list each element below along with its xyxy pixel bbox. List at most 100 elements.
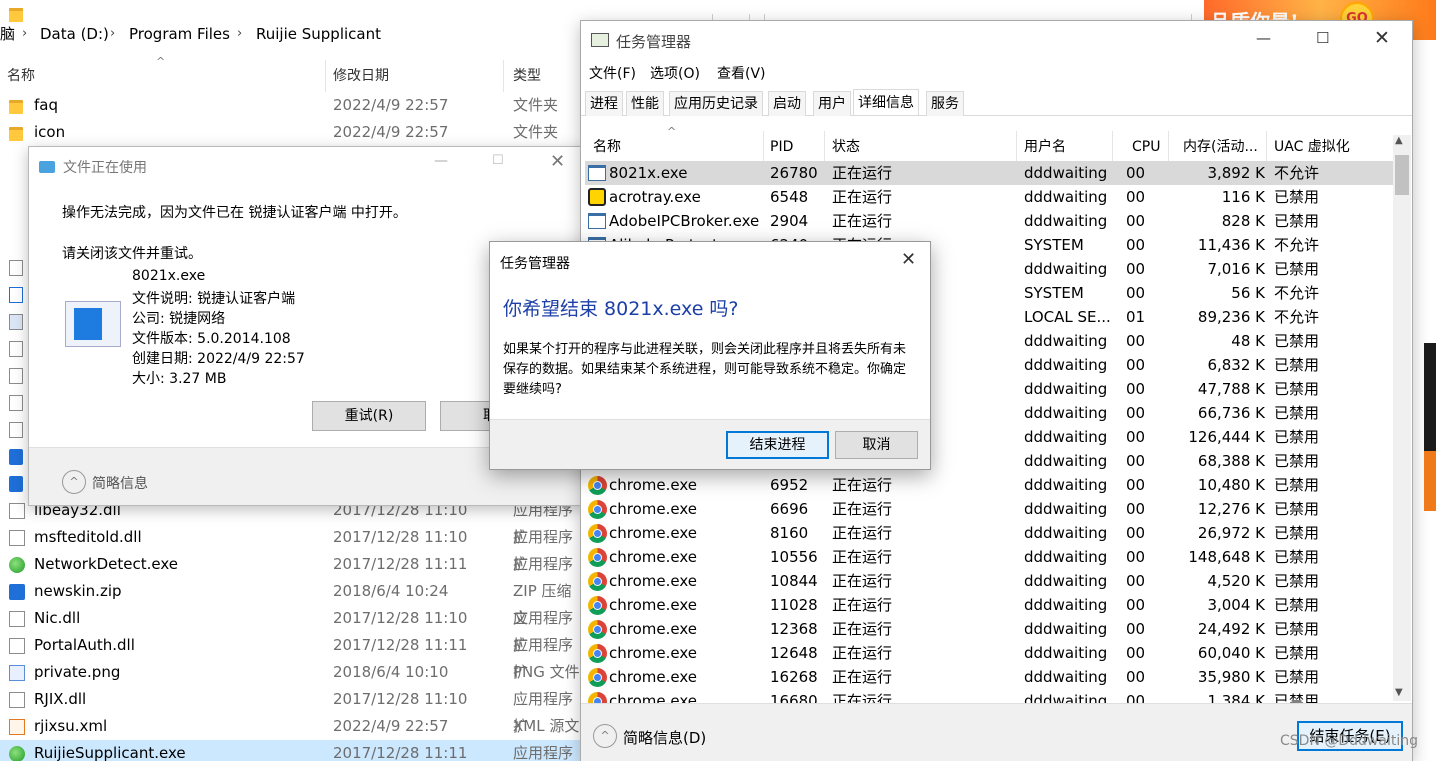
maximize-button[interactable]: ☐ [1316, 29, 1329, 47]
tab-app-history[interactable]: 应用历史记录 [669, 91, 763, 116]
chevron-up-icon[interactable]: ^ [62, 470, 86, 494]
breadcrumb-item-computer[interactable]: 脑 [0, 20, 15, 48]
file-name: Nic.dll [34, 609, 81, 627]
tab-services[interactable]: 服务 [926, 91, 964, 116]
column-divider[interactable] [763, 131, 764, 161]
process-row[interactable]: chrome.exe 8160 正在运行 dddwaiting 00 26,972 K 已禁… [585, 521, 1393, 545]
column-header-cpu[interactable]: CPU [1132, 133, 1160, 161]
retry-button[interactable]: 重试(R) [312, 401, 426, 431]
sort-up-icon: ^ [667, 125, 677, 138]
tab-users[interactable]: 用户 [813, 91, 851, 116]
process-status: 正在运行 [832, 500, 893, 518]
process-row[interactable]: chrome.exe 6952 正在运行 dddwaiting 00 10,480 K 已禁… [585, 473, 1393, 497]
fewer-details-link[interactable]: 简略信息(D) [623, 727, 706, 748]
process-name: 8021x.exe [609, 164, 688, 182]
scrollbar-thumb[interactable] [1395, 155, 1409, 195]
file-row[interactable]: icon 2022/4/9 22:57 文件夹 [0, 119, 580, 146]
process-row[interactable]: acrotray.exe 6548 正在运行 dddwaiting 00 116 K 已禁用 [585, 185, 1393, 209]
menu-options[interactable]: 选项(O) [650, 63, 700, 83]
process-status: 正在运行 [832, 524, 893, 542]
file-row[interactable]: rjixsu.xml 2022/4/9 22:57 XML 源文 [0, 713, 580, 740]
menu-view[interactable]: 查看(V) [717, 63, 766, 83]
process-user: dddwaiting [1024, 260, 1108, 278]
column-header-user[interactable]: 用户名 [1024, 133, 1066, 161]
column-header-status[interactable]: 状态 [832, 133, 860, 161]
minimize-button[interactable]: — [434, 153, 448, 169]
process-mem: 56 K [1231, 284, 1265, 302]
column-header-pid[interactable]: PID [770, 133, 793, 161]
process-row[interactable]: chrome.exe 10556 正在运行 dddwaiting 00 148,648 K… [585, 545, 1393, 569]
column-header-date[interactable]: 修改日期 [333, 64, 389, 88]
file-row[interactable]: newskin.zip 2018/6/4 10:24 ZIP 压缩文 [0, 578, 580, 627]
close-button[interactable]: ✕ [550, 151, 565, 172]
column-divider[interactable] [503, 60, 504, 92]
column-divider[interactable] [325, 60, 326, 92]
maximize-button[interactable]: ☐ [492, 153, 504, 168]
tab-startup[interactable]: 启动 [768, 91, 806, 116]
breadcrumb-item-program-files[interactable]: Program Files [129, 20, 230, 48]
column-header-name[interactable]: 名称 [7, 64, 35, 88]
process-row[interactable]: 8021x.exe 26780 正在运行 dddwaiting 00 3,892 K 不允许 [585, 161, 1393, 185]
menu-file[interactable]: 文件(F) [589, 63, 636, 83]
fewer-details-link[interactable]: 简略信息 [92, 473, 148, 493]
process-pid: 2904 [770, 212, 809, 230]
process-uac: 已禁用 [1274, 476, 1320, 494]
breadcrumb-item-ruijie[interactable]: Ruijie Supplicant [256, 20, 381, 48]
process-row[interactable]: chrome.exe 10844 正在运行 dddwaiting 00 4,520 K 已禁… [585, 569, 1393, 593]
column-divider[interactable] [1168, 131, 1169, 161]
breadcrumb-item-drive[interactable]: Data (D:) [40, 20, 109, 48]
process-user: dddwaiting [1024, 668, 1108, 686]
tab-details[interactable]: 详细信息 [853, 89, 919, 115]
tab-processes[interactable]: 进程 [585, 91, 623, 116]
file-row[interactable]: private.png 2018/6/4 10:10 PNG 文件 [0, 659, 580, 686]
column-divider[interactable] [1112, 131, 1113, 161]
ruijie-app-icon [9, 746, 25, 761]
scroll-up-icon[interactable]: ▲ [1395, 135, 1403, 146]
process-row[interactable]: chrome.exe 11028 正在运行 dddwaiting 00 3,004 K 已禁… [585, 593, 1393, 617]
file-name: faq [34, 96, 58, 114]
process-row[interactable]: AdobeIPCBroker.exe 2904 正在运行 dddwaiting 00 82… [585, 209, 1393, 233]
ruijie-app-icon [9, 557, 25, 573]
scroll-down-icon[interactable]: ▼ [1395, 687, 1403, 698]
column-header-uac[interactable]: UAC 虚拟化 [1274, 133, 1350, 161]
process-cpu: 00 [1126, 548, 1146, 566]
column-divider[interactable] [1266, 131, 1267, 161]
process-row[interactable]: chrome.exe 12648 正在运行 dddwaiting 00 60,040 K 已… [585, 641, 1393, 665]
file-row[interactable]: faq 2022/4/9 22:57 文件夹 [0, 92, 580, 119]
end-process-button[interactable]: 结束进程 [726, 431, 829, 459]
file-row[interactable]: RuijieSupplicant.exe 2017/12/28 11:11 应用程序 [0, 740, 580, 761]
process-name: chrome.exe [609, 476, 697, 494]
process-user: dddwaiting [1024, 212, 1108, 230]
file-row[interactable]: PortalAuth.dll 2017/12/28 11:11 应用程序扩 [0, 632, 580, 681]
process-mem: 11,436 K [1197, 236, 1265, 254]
file-type: 应用程序 [513, 744, 574, 761]
column-header-name[interactable]: 名称 [593, 133, 621, 161]
xml-file-icon [9, 719, 25, 735]
process-row[interactable]: chrome.exe 16268 正在运行 dddwaiting 00 35,980 K 已… [585, 665, 1393, 689]
close-button[interactable]: ✕ [901, 249, 916, 270]
zip-file-icon [9, 449, 23, 465]
file-row[interactable]: NetworkDetect.exe 2017/12/28 11:11 应用程序 [0, 551, 580, 578]
process-uac: 已禁用 [1274, 572, 1320, 590]
vertical-scrollbar[interactable]: ▲ ▼ [1393, 135, 1411, 701]
column-header-type[interactable]: 类型 [513, 64, 541, 88]
close-button[interactable]: ✕ [1374, 27, 1390, 49]
file-row[interactable]: msfteditold.dll 2017/12/28 11:10 应用程序扩 [0, 524, 580, 573]
process-cpu: 00 [1126, 500, 1146, 518]
end-process-confirm-dialog: 任务管理器 ✕ 你希望结束 8021x.exe 吗? 如果某个打开的程序与此进程… [489, 241, 931, 470]
cancel-button[interactable]: 取消 [835, 431, 918, 459]
column-divider[interactable] [824, 131, 825, 161]
file-row[interactable]: Nic.dll 2017/12/28 11:10 应用程序扩 [0, 605, 580, 654]
process-row[interactable]: chrome.exe 12368 正在运行 dddwaiting 00 24,492 K 已… [585, 617, 1393, 641]
process-pid: 12648 [770, 644, 818, 662]
process-name: chrome.exe [609, 572, 697, 590]
column-header-memory[interactable]: 内存(活动... [1183, 133, 1258, 161]
process-cpu: 00 [1126, 572, 1146, 590]
file-created: 创建日期: 2022/4/9 22:57 [132, 351, 305, 367]
file-row[interactable]: RJIX.dll 2017/12/28 11:10 应用程序扩 [0, 686, 580, 735]
tab-performance[interactable]: 性能 [626, 91, 664, 116]
chevron-up-icon[interactable]: ^ [593, 724, 617, 748]
process-row[interactable]: chrome.exe 6696 正在运行 dddwaiting 00 12,276 K 已禁… [585, 497, 1393, 521]
column-divider[interactable] [1016, 131, 1017, 161]
minimize-button[interactable]: — [1256, 29, 1271, 47]
